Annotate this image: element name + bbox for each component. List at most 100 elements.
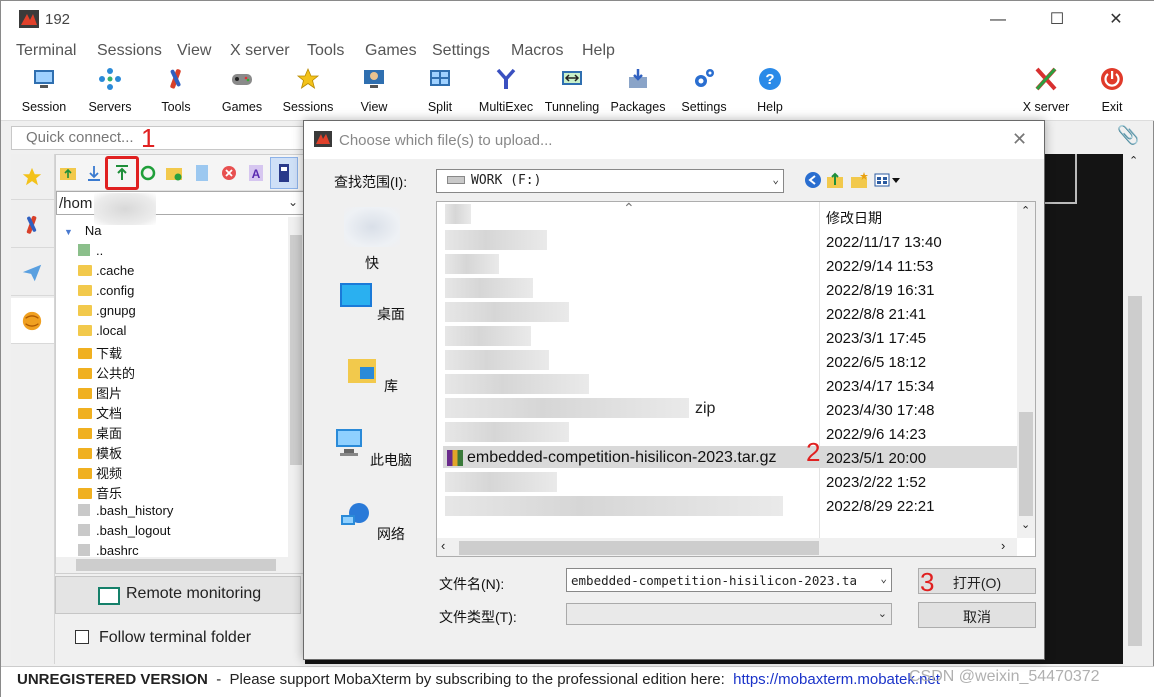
list-item[interactable]: .bashrc xyxy=(78,543,139,557)
sidetab-tools[interactable] xyxy=(11,202,54,248)
back-icon[interactable] xyxy=(804,171,822,189)
list-item[interactable]: 图片 xyxy=(78,383,122,403)
list-item[interactable]: 视频 xyxy=(78,463,122,483)
toolbar-games-button[interactable]: Games xyxy=(209,67,275,114)
menu-help[interactable]: Help xyxy=(582,42,615,60)
folder-up-icon[interactable] xyxy=(60,164,76,182)
list-item[interactable]: .cache xyxy=(78,263,134,283)
path-dropdown-icon[interactable]: ⌄ xyxy=(288,195,298,209)
list-item[interactable]: 公共的 xyxy=(78,363,135,383)
selected-file-name[interactable]: embedded-competition-hisilicon-2023.tar.… xyxy=(467,449,777,467)
scrollbar-thumb[interactable] xyxy=(290,235,302,465)
download-icon[interactable] xyxy=(86,164,102,182)
list-item[interactable]: .local xyxy=(78,323,126,343)
tunneling-icon xyxy=(562,71,582,85)
toolbar-help-button[interactable]: ? Help xyxy=(737,67,803,114)
cancel-button[interactable]: 取消 xyxy=(918,602,1036,628)
terminal-scrollbar[interactable]: ⌃ xyxy=(1125,154,1145,664)
scrollbar-thumb[interactable] xyxy=(1019,412,1033,516)
list-item[interactable]: .bash_logout xyxy=(78,523,170,543)
toolbar-tunneling-button[interactable]: Tunneling xyxy=(539,67,605,114)
close-button[interactable]: ✕ xyxy=(1101,9,1131,31)
list-item[interactable]: .gnupg xyxy=(78,303,136,323)
new-folder-icon[interactable] xyxy=(850,171,868,189)
list-item[interactable]: 模板 xyxy=(78,443,122,463)
menu-view[interactable]: View xyxy=(177,42,211,60)
scroll-left-icon[interactable]: ‹ xyxy=(441,538,445,553)
toolbar-settings-button[interactable]: Settings xyxy=(671,67,737,114)
sftp-horizontal-scrollbar[interactable] xyxy=(56,557,304,573)
toolbar-servers-button[interactable]: Servers xyxy=(77,67,143,114)
place-quick-access[interactable]: 快 xyxy=(314,207,430,273)
quick-connect-input[interactable]: Quick connect... xyxy=(11,126,311,150)
toolbar-session-button[interactable]: Session xyxy=(11,67,77,114)
scroll-up-icon[interactable]: ⌃ xyxy=(1021,204,1030,217)
up-folder-icon[interactable] xyxy=(826,171,844,189)
toolbar-multiexec-button[interactable]: MultiExec xyxy=(473,67,539,114)
remote-monitoring-button[interactable]: Remote monitoring xyxy=(55,576,301,614)
place-network[interactable]: 网络 xyxy=(314,501,430,544)
place-this-pc[interactable]: 此电脑 xyxy=(314,427,430,470)
checkbox[interactable] xyxy=(75,630,89,644)
chevron-down-icon[interactable]: ⌄ xyxy=(880,572,887,585)
list-item[interactable]: 下载 xyxy=(78,343,122,363)
scroll-down-icon[interactable]: ⌄ xyxy=(1021,518,1030,531)
toggle-view-button[interactable] xyxy=(270,157,298,189)
view-menu-icon[interactable] xyxy=(874,171,902,189)
rename-icon[interactable]: A xyxy=(248,164,264,182)
list-item[interactable]: 文档 xyxy=(78,403,122,423)
menu-tools[interactable]: Tools xyxy=(307,42,344,60)
minimize-button[interactable]: — xyxy=(983,9,1013,31)
list-item[interactable]: 音乐 xyxy=(78,483,122,503)
maximize-button[interactable]: ☐ xyxy=(1042,9,1072,31)
upload-file-dialog: Choose which file(s) to upload... ✕ 查找范围… xyxy=(303,120,1045,660)
new-file-icon[interactable] xyxy=(194,164,210,182)
sidetab-sessions[interactable] xyxy=(11,154,54,200)
scrollbar-thumb[interactable] xyxy=(459,541,819,555)
list-item[interactable]: 桌面 xyxy=(78,423,122,443)
place-desktop[interactable]: 桌面 xyxy=(314,281,430,324)
scroll-right-icon[interactable]: › xyxy=(1001,538,1005,553)
menu-terminal[interactable]: Terminal xyxy=(16,42,76,60)
file-name-input[interactable]: embedded-competition-hisilicon-2023.ta ⌄ xyxy=(566,568,892,592)
menu-settings[interactable]: Settings xyxy=(432,42,490,60)
refresh-icon[interactable] xyxy=(140,164,156,182)
menu-sessions[interactable]: Sessions xyxy=(97,42,162,60)
toolbar-sessions-button[interactable]: Sessions xyxy=(275,67,341,114)
file-date: 2022/9/14 11:53 xyxy=(826,258,934,275)
paperclip-icon[interactable]: 📎 xyxy=(1117,125,1139,146)
sidetab-macros[interactable] xyxy=(11,250,54,296)
date-modified-header[interactable]: 修改日期 xyxy=(826,208,882,228)
look-in-select[interactable]: WORK (F:) ⌄ xyxy=(436,169,784,193)
scrollbar-thumb[interactable] xyxy=(76,559,276,571)
scroll-up-icon[interactable]: ⌃ xyxy=(1129,154,1138,167)
file-type-label: 文件类型(T): xyxy=(439,609,517,625)
place-library[interactable]: 库 xyxy=(314,353,430,396)
title-bar: 192 — ☐ ✕ xyxy=(1,1,1154,39)
file-date: 2022/9/6 14:23 xyxy=(826,426,927,443)
sidetab-sftp[interactable] xyxy=(11,298,54,344)
delete-icon[interactable] xyxy=(221,164,237,182)
list-header[interactable]: ▼ Na xyxy=(64,223,102,243)
toolbar-xserver-button[interactable]: X server xyxy=(1013,67,1079,114)
list-item[interactable]: .bash_history xyxy=(78,503,173,523)
list-item[interactable]: .. xyxy=(78,243,103,263)
toolbar-tools-button[interactable]: Tools xyxy=(143,67,209,114)
menu-games[interactable]: Games xyxy=(365,42,417,60)
sftp-vertical-scrollbar[interactable] xyxy=(288,217,304,557)
dialog-title: Choose which file(s) to upload... xyxy=(339,132,553,149)
scrollbar-thumb[interactable] xyxy=(1128,296,1142,646)
dialog-close-button[interactable]: ✕ xyxy=(1012,129,1027,150)
toolbar-view-button[interactable]: View xyxy=(341,67,407,114)
file-date: 2023/4/30 17:48 xyxy=(826,402,935,419)
menu-x-server[interactable]: X server xyxy=(230,42,290,60)
new-folder-icon[interactable] xyxy=(166,164,182,182)
open-button[interactable]: 打开(O) xyxy=(918,568,1036,594)
toolbar-exit-button[interactable]: Exit xyxy=(1079,67,1145,114)
follow-terminal-folder-checkbox[interactable]: Follow terminal folder xyxy=(75,629,251,647)
list-item[interactable]: .config xyxy=(78,283,134,303)
file-type-select[interactable]: ⌄ xyxy=(566,603,892,625)
toolbar-split-button[interactable]: Split xyxy=(407,67,473,114)
toolbar-packages-button[interactable]: Packages xyxy=(605,67,671,114)
menu-macros[interactable]: Macros xyxy=(511,42,563,60)
